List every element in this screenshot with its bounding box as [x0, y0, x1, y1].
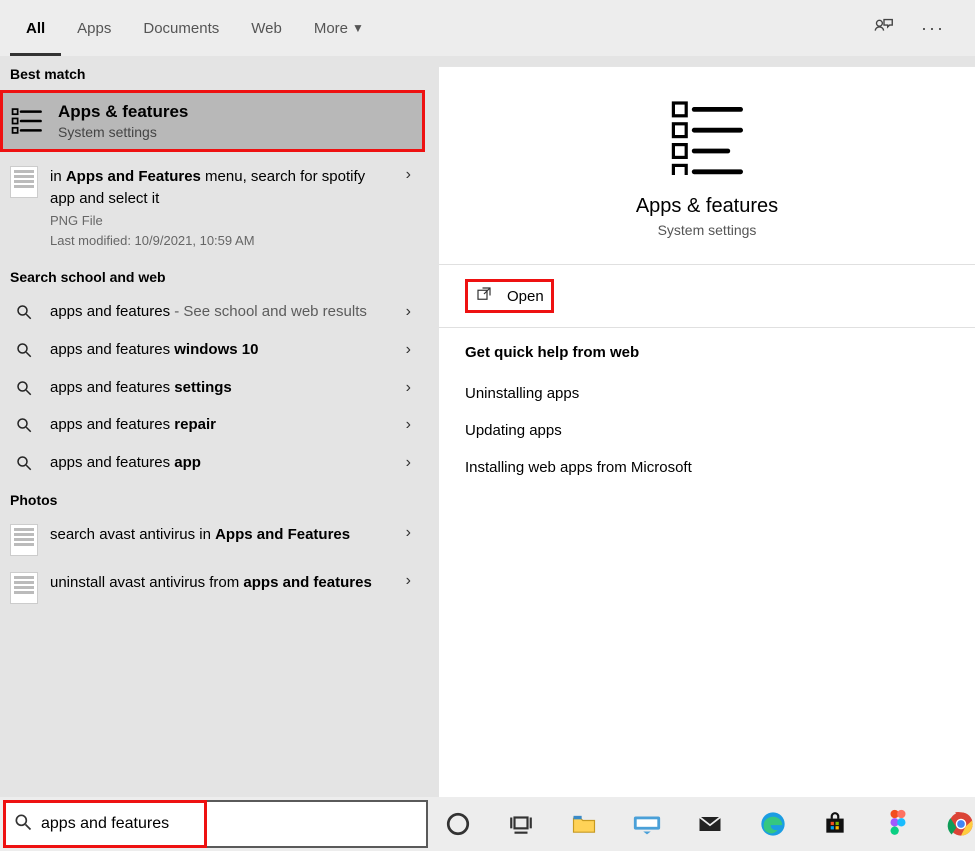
search-icon	[13, 812, 41, 836]
open-button[interactable]: Open	[465, 279, 554, 313]
help-link-update[interactable]: Updating apps	[465, 412, 949, 449]
tabs-bar: All Apps Documents Web More ▼ ···	[0, 0, 975, 56]
task-view-icon[interactable]	[507, 809, 536, 839]
microsoft-store-icon[interactable]	[821, 809, 850, 839]
web-result-text: apps and features app	[50, 452, 390, 474]
quick-help-header: Get quick help from web	[465, 344, 949, 361]
more-options-icon[interactable]: ···	[921, 18, 945, 39]
section-school-web: Search school and web	[0, 259, 425, 293]
chevron-right-icon[interactable]: ›	[402, 341, 415, 359]
tab-all[interactable]: All	[10, 0, 61, 56]
help-link-uninstall[interactable]: Uninstalling apps	[465, 375, 949, 412]
chrome-icon[interactable]	[946, 809, 975, 839]
png-result-filetype: PNG File	[50, 212, 390, 231]
best-match-item[interactable]: Apps & features System settings	[0, 90, 425, 152]
edge-icon[interactable]	[759, 809, 788, 839]
png-result-title: in Apps and Features menu, search for sp…	[50, 166, 390, 210]
content-area: Best match Apps & features System settin…	[0, 56, 975, 797]
bottom-bar	[0, 797, 975, 851]
open-label: Open	[507, 288, 544, 305]
apps-features-large-icon	[667, 95, 747, 175]
search-icon	[10, 416, 38, 434]
chevron-right-icon[interactable]: ›	[402, 166, 415, 184]
mail-icon[interactable]	[696, 809, 725, 839]
open-external-icon	[475, 285, 493, 307]
preview-subtitle: System settings	[658, 222, 757, 238]
chevron-right-icon[interactable]: ›	[402, 303, 415, 321]
tab-more-label: More	[314, 20, 348, 37]
apps-features-list-icon	[10, 104, 44, 138]
chevron-down-icon: ▼	[352, 21, 364, 35]
preview-pane: Apps & features System settings Open Get…	[439, 66, 975, 797]
search-input[interactable]	[41, 815, 418, 833]
web-result-row[interactable]: apps and features settings ›	[0, 369, 425, 407]
cortana-icon[interactable]	[444, 809, 473, 839]
results-pane: Best match Apps & features System settin…	[0, 56, 425, 797]
section-best-match: Best match	[0, 56, 425, 90]
search-icon	[10, 303, 38, 321]
web-result-row[interactable]: apps and features windows 10 ›	[0, 331, 425, 369]
section-photos: Photos	[0, 482, 425, 516]
file-explorer-icon[interactable]	[569, 809, 598, 839]
document-thumbnail-icon	[10, 524, 38, 556]
chevron-right-icon[interactable]: ›	[402, 379, 415, 397]
web-result-text: apps and features - See school and web r…	[50, 301, 390, 323]
figma-icon[interactable]	[884, 809, 913, 839]
document-thumbnail-icon	[10, 166, 38, 198]
web-result-text: apps and features repair	[50, 414, 390, 436]
web-result-text: apps and features settings	[50, 377, 390, 399]
search-icon	[10, 454, 38, 472]
photo-result-row[interactable]: search avast antivirus in Apps and Featu…	[0, 516, 425, 564]
png-result-row[interactable]: in Apps and Features menu, search for sp…	[0, 152, 425, 259]
chevron-right-icon[interactable]: ›	[402, 524, 415, 542]
tab-apps[interactable]: Apps	[61, 0, 127, 56]
search-icon	[10, 341, 38, 359]
best-match-title: Apps & features	[58, 102, 188, 122]
quick-help-section: Get quick help from web Uninstalling app…	[439, 328, 975, 492]
photo-result-text: uninstall avast antivirus from apps and …	[50, 572, 390, 594]
search-box[interactable]	[3, 800, 428, 848]
help-link-install-web[interactable]: Installing web apps from Microsoft	[465, 449, 949, 486]
tab-web[interactable]: Web	[235, 0, 298, 56]
chevron-right-icon[interactable]: ›	[402, 416, 415, 434]
document-thumbnail-icon	[10, 572, 38, 604]
preview-hero: Apps & features System settings	[439, 67, 975, 265]
chevron-right-icon[interactable]: ›	[402, 572, 415, 590]
photo-result-row[interactable]: uninstall avast antivirus from apps and …	[0, 564, 425, 612]
png-result-modified: Last modified: 10/9/2021, 10:59 AM	[50, 232, 390, 251]
preview-title: Apps & features	[636, 195, 778, 218]
tab-more[interactable]: More ▼	[298, 0, 380, 56]
chevron-right-icon[interactable]: ›	[402, 454, 415, 472]
web-result-row[interactable]: apps and features - See school and web r…	[0, 293, 425, 331]
virtual-keyboard-icon[interactable]	[632, 809, 662, 839]
web-result-row[interactable]: apps and features app ›	[0, 444, 425, 482]
feedback-icon[interactable]	[873, 15, 895, 41]
open-action-row: Open	[439, 265, 975, 328]
taskbar	[438, 797, 975, 851]
tab-documents[interactable]: Documents	[127, 0, 235, 56]
web-result-text: apps and features windows 10	[50, 339, 390, 361]
search-icon	[10, 379, 38, 397]
best-match-subtitle: System settings	[58, 124, 188, 140]
web-result-row[interactable]: apps and features repair ›	[0, 406, 425, 444]
photo-result-text: search avast antivirus in Apps and Featu…	[50, 524, 390, 546]
